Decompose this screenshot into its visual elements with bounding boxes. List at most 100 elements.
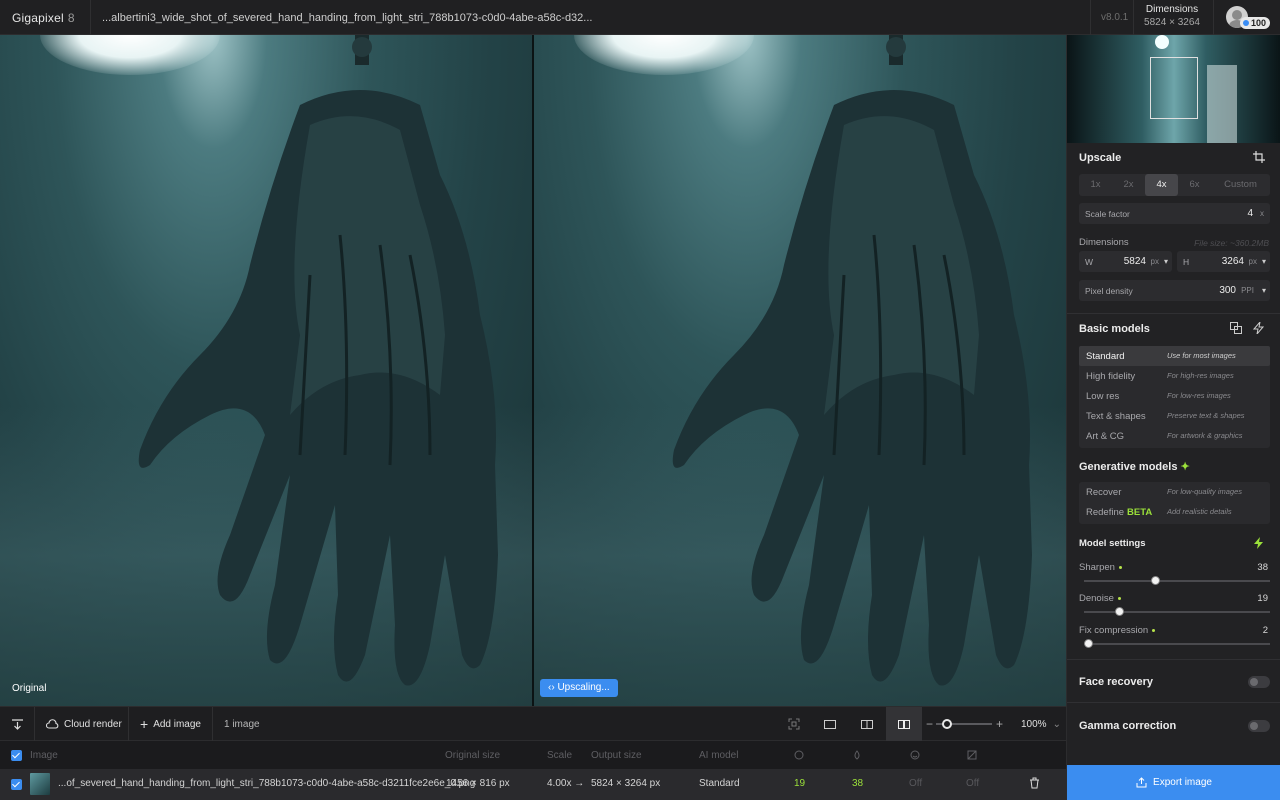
denoise-slider-handle[interactable] xyxy=(1115,607,1125,616)
model-settings-title: Model settings xyxy=(1079,538,1146,549)
row-denoise: 19 xyxy=(794,778,806,789)
sharpen-label: Sharpen xyxy=(1079,562,1122,573)
denoise-col-icon xyxy=(794,750,804,763)
scale-selector[interactable]: 1x 2x 4x 6x Custom xyxy=(1079,174,1270,196)
model-text-shapes[interactable]: Text & shapes Preserve text & shapes xyxy=(1079,406,1270,426)
separator xyxy=(1090,0,1091,35)
fix-compression-slider-handle[interactable] xyxy=(1083,639,1093,648)
gamma-col-icon xyxy=(967,750,977,763)
fix-compression-label: Fix compression xyxy=(1079,625,1156,636)
scale-option-6x[interactable]: 6x xyxy=(1178,174,1211,196)
side-by-side-icon xyxy=(898,719,910,729)
row-sharpen: 38 xyxy=(852,778,864,789)
sharpen-slider-handle[interactable] xyxy=(1150,576,1160,585)
denoise-value: 19 xyxy=(1257,593,1268,604)
spinner-icon: ‹› xyxy=(548,682,555,693)
denoise-label: Denoise xyxy=(1079,593,1121,604)
single-view-button[interactable] xyxy=(812,707,848,741)
dimensions-label: Dimensions xyxy=(1079,237,1129,248)
face-recovery-label: Face recovery xyxy=(1079,676,1153,688)
add-image-button[interactable]: + Add image xyxy=(140,707,201,741)
col-original-size: Original size xyxy=(445,750,501,761)
file-size-hint: File size: ~360.2MB xyxy=(1194,238,1269,248)
file-name: ...albertini3_wide_shot_of_severed_hand_… xyxy=(102,12,593,24)
side-by-side-button[interactable] xyxy=(886,707,922,741)
zoom-out-button[interactable]: − xyxy=(926,707,933,741)
sparkle-icon: ✦ xyxy=(1180,461,1190,473)
original-label: Original xyxy=(12,683,47,694)
scale-factor-field[interactable]: Scale factor 4 x xyxy=(1079,203,1270,224)
dimensions-info: Dimensions 5824 × 3264 xyxy=(1144,4,1200,28)
row-checkbox[interactable] xyxy=(11,779,22,790)
zoom-in-button[interactable]: + xyxy=(996,707,1003,741)
scale-option-2x[interactable]: 2x xyxy=(1112,174,1145,196)
separator xyxy=(1213,0,1214,35)
model-standard[interactable]: Standard Use for most images xyxy=(1079,346,1270,366)
generative-models-title: Generative models ✦ xyxy=(1079,461,1190,473)
cloud-icon xyxy=(46,718,59,729)
model-low-res[interactable]: Low res For low-res images xyxy=(1079,386,1270,406)
credits-badge: 100 xyxy=(1240,17,1271,29)
original-pane[interactable]: Original xyxy=(0,35,532,706)
chevron-down-icon: ▾ xyxy=(1163,257,1168,266)
model-redefine[interactable]: Redefine BETA Add realistic details xyxy=(1079,502,1270,522)
col-scale: Scale xyxy=(547,750,573,761)
export-icon xyxy=(1136,777,1147,788)
model-high-fidelity[interactable]: High fidelity For high-res images xyxy=(1079,366,1270,386)
scale-option-1x[interactable]: 1x xyxy=(1079,174,1112,196)
model-recover[interactable]: Recover For low-quality images xyxy=(1079,482,1270,502)
focus-icon[interactable] xyxy=(776,707,812,741)
denoise-slider[interactable] xyxy=(1084,611,1270,613)
gamma-correction-label: Gamma correction xyxy=(1079,720,1177,732)
select-all-checkbox[interactable] xyxy=(11,750,22,761)
col-ai-model: AI model xyxy=(699,750,739,761)
title-bar: Gigapixel 8 ...albertini3_wide_shot_of_se… xyxy=(0,0,1280,35)
image-viewer[interactable]: Original ‹› Upscaling... xyxy=(0,35,1066,706)
pixel-density-field[interactable]: Pixel density 300 PPI ▾ xyxy=(1079,280,1270,301)
zoom-select[interactable]: 100% ⌄ xyxy=(1021,707,1061,741)
app-title: Gigapixel 8 xyxy=(12,11,75,25)
sharpen-value: 38 xyxy=(1257,562,1268,573)
row-face-recovery: Off xyxy=(909,778,923,789)
scale-option-4x[interactable]: 4x xyxy=(1145,174,1178,196)
auto-lightning-icon[interactable] xyxy=(1253,537,1264,552)
row-ai-model: Standard xyxy=(699,778,740,789)
scale-option-custom[interactable]: Custom xyxy=(1211,174,1270,196)
split-view-button[interactable] xyxy=(849,707,885,741)
row-output-size: 5824 × 3264 px xyxy=(591,778,661,789)
table-header: Image Original size Scale Output size AI… xyxy=(0,741,1066,769)
basic-model-list: Standard Use for most images High fidelit… xyxy=(1079,346,1270,448)
app-version: v8.0.1 xyxy=(1101,12,1129,23)
model-art-cg[interactable]: Art & CG For artwork & graphics xyxy=(1079,426,1270,446)
bottom-toolbar: Cloud render + Add image 1 image − + 100… xyxy=(0,706,1066,741)
chevron-down-icon: ▾ xyxy=(1261,257,1266,266)
beta-badge: BETA xyxy=(1127,507,1153,518)
collapse-icon[interactable] xyxy=(11,707,24,741)
single-view-icon xyxy=(824,719,836,729)
split-view-icon xyxy=(861,719,873,729)
navigator-viewport[interactable] xyxy=(1150,57,1198,119)
upscaling-status: ‹› Upscaling... xyxy=(540,679,618,697)
row-scale: 4.00x → xyxy=(547,778,585,789)
row-thumbnail xyxy=(30,773,50,795)
preview-pane[interactable]: ‹› Upscaling... xyxy=(534,35,1066,706)
sharpen-slider[interactable] xyxy=(1084,580,1270,582)
gamma-correction-toggle[interactable] xyxy=(1248,720,1270,732)
compare-icon[interactable] xyxy=(1230,322,1242,337)
sharpen-col-icon xyxy=(852,750,862,763)
height-field[interactable]: H 3264 px ▾ xyxy=(1177,251,1270,272)
export-image-button[interactable]: Export image xyxy=(1067,765,1280,800)
fix-compression-slider[interactable] xyxy=(1084,643,1270,645)
crop-icon[interactable] xyxy=(1253,151,1265,166)
zoom-slider-handle[interactable] xyxy=(942,719,953,729)
navigator-thumbnail[interactable] xyxy=(1067,35,1280,143)
trash-icon[interactable] xyxy=(1029,777,1040,792)
face-recovery-toggle[interactable] xyxy=(1248,676,1270,688)
table-row[interactable]: ...of_severed_hand_handing_from_light_st… xyxy=(0,769,1066,800)
cloud-render-button[interactable]: Cloud render xyxy=(46,707,122,741)
width-field[interactable]: W 5824 px ▾ xyxy=(1079,251,1172,272)
separator xyxy=(1133,0,1134,35)
lightning-icon[interactable] xyxy=(1252,320,1265,337)
image-count: 1 image xyxy=(224,718,260,730)
face-col-icon xyxy=(910,750,920,763)
